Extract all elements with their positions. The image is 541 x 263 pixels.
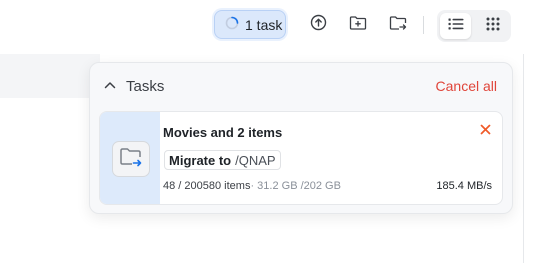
task-destination-chip: Migrate to /QNAP (164, 150, 281, 170)
task-title: Movies and 2 items (163, 125, 283, 140)
task-card: Movies and 2 items Migrate to /QNAP 48 /… (99, 111, 503, 205)
list-view-icon (448, 17, 464, 35)
grid-view-button[interactable] (477, 13, 508, 39)
tasks-toggle-button[interactable]: 1 task (214, 10, 286, 39)
task-size-progress: · 31.2 GB /202 GB (250, 180, 341, 192)
view-mode-switcher (437, 10, 511, 42)
chevron-up-icon (104, 76, 116, 94)
list-view-button[interactable] (440, 13, 471, 39)
tasks-panel: Tasks Cancel all Movies and 2 items Migr… (89, 62, 513, 214)
scrollbar-track (523, 54, 524, 263)
toolbar-divider (423, 16, 424, 34)
move-to-folder-button[interactable] (386, 13, 410, 37)
folder-move-icon (119, 146, 143, 173)
close-icon (480, 122, 491, 140)
upload-button[interactable] (306, 13, 330, 37)
task-items-progress: 48 / 200580 items (163, 180, 251, 192)
tasks-panel-title: Tasks (126, 78, 165, 95)
task-thumbnail (100, 112, 160, 204)
task-action-label: Migrate to (169, 152, 232, 168)
toolbar: 1 task (0, 0, 541, 54)
new-folder-icon (349, 15, 367, 36)
collapse-panel-button[interactable] (102, 77, 118, 93)
cancel-all-button[interactable]: Cancel all (436, 78, 497, 94)
task-transfer-speed: 185.4 MB/s (436, 180, 492, 192)
file-list-row-background (0, 54, 100, 98)
task-thumbnail-frame (112, 141, 150, 177)
loading-spinner-icon (225, 16, 239, 33)
cancel-task-button[interactable] (478, 124, 492, 138)
grid-view-icon (486, 17, 500, 36)
tasks-toggle-label: 1 task (245, 16, 283, 33)
task-destination-path: /QNAP (235, 152, 276, 168)
new-folder-button[interactable] (346, 13, 370, 37)
upload-icon (310, 14, 327, 36)
task-progress-meta: 48 / 200580 items· 31.2 GB /202 GB (163, 180, 341, 192)
move-to-folder-icon (389, 15, 407, 36)
